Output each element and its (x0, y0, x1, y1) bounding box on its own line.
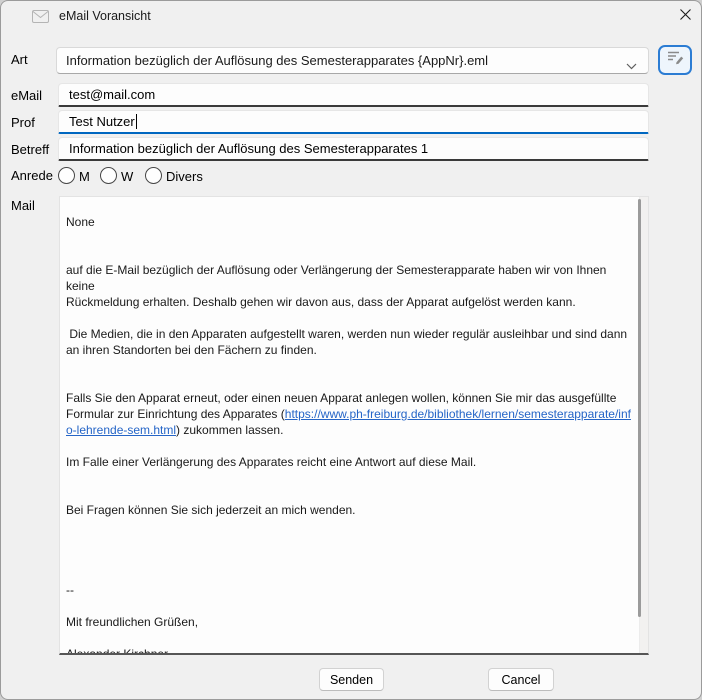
mail-body-text: None auf die E-Mail bezüglich der Auflös… (60, 197, 648, 653)
senden-button[interactable]: Senden (319, 668, 384, 691)
email-input[interactable]: test@mail.com (58, 83, 649, 107)
mail-label: Mail (11, 198, 35, 213)
cancel-button[interactable]: Cancel (488, 668, 554, 691)
window-title: eMail Voransicht (59, 9, 151, 23)
chevron-down-icon (626, 58, 637, 73)
close-icon (679, 8, 692, 26)
anrede-radio-divers-label: Divers (166, 169, 203, 184)
email-preview-dialog: eMail Voransicht Art Information bezügli… (0, 0, 702, 700)
email-label: eMail (11, 88, 42, 103)
anrede-label: Anrede (11, 168, 53, 183)
edit-list-icon (666, 49, 685, 71)
art-label: Art (11, 52, 28, 67)
mail-text-before-link: None auf die E-Mail bezüglich der Auflös… (66, 215, 627, 421)
prof-input[interactable]: Test Nutzer (58, 110, 649, 134)
betreff-label: Betreff (11, 142, 49, 157)
email-value: test@mail.com (69, 87, 155, 102)
anrede-radio-w-label: W (121, 169, 133, 184)
text-caret (136, 114, 137, 129)
anrede-radio-m-label: M (79, 169, 90, 184)
mail-text-after-link: ) zukommen lassen. Im Falle einer Verlän… (66, 423, 476, 655)
envelope-icon (32, 10, 49, 28)
close-button[interactable] (671, 5, 699, 29)
mail-body-textarea[interactable]: None auf die E-Mail bezüglich der Auflös… (59, 196, 649, 655)
anrede-radio-m[interactable] (58, 167, 75, 184)
prof-value: Test Nutzer (69, 114, 135, 129)
anrede-radio-w[interactable] (100, 167, 117, 184)
edit-template-button[interactable] (658, 45, 692, 75)
art-combobox[interactable]: Information bezüglich der Auflösung des … (56, 47, 649, 74)
prof-label: Prof (11, 115, 35, 130)
art-combobox-value: Information bezüglich der Auflösung des … (66, 53, 488, 68)
anrede-radio-divers[interactable] (145, 167, 162, 184)
scrollbar-thumb[interactable] (638, 199, 641, 617)
betreff-value: Information bezüglich der Auflösung des … (69, 141, 428, 156)
titlebar: eMail Voransicht (1, 1, 701, 31)
betreff-input[interactable]: Information bezüglich der Auflösung des … (58, 137, 649, 161)
